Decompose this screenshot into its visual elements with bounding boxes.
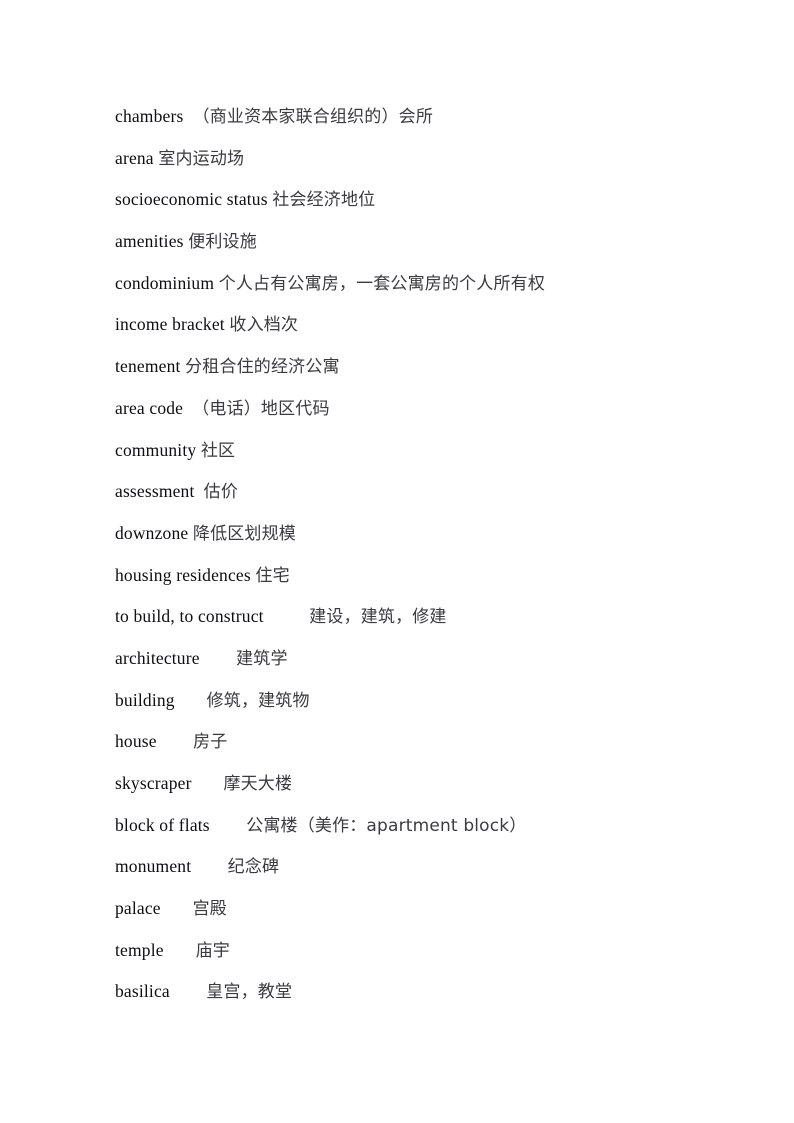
entry-term: building [115,689,175,710]
glossary-entry: socioeconomic status 社会经济地位 [115,179,715,221]
entry-gloss: 估价 [203,482,238,503]
entry-term: area code [115,397,184,418]
entry-separator [157,731,193,751]
entry-gloss: 社区 [200,440,236,461]
entry-gloss: 摩天大楼 [223,774,293,794]
entry-gloss: 纪念碑 [227,857,280,878]
entry-separator [192,773,224,793]
entry-term: tenement [115,356,181,377]
entry-term: house [115,731,157,752]
glossary-entry: building 修筑，建筑物 [115,680,715,722]
entry-separator [210,815,246,835]
entry-separator [164,940,196,960]
glossary-entry: area code （电话）地区代码 [115,388,715,430]
glossary-entry: downzone 降低区划规模 [115,513,715,555]
document-page: chambers （商业资本家联合组织的）会所 arena 室内运动场 socioe… [0,0,794,1123]
glossary-entry: condominium 个人占有公寓房，一套公寓房的个人所有权 [115,263,715,305]
entry-gloss: 建设，建筑，修建 [309,607,447,628]
entry-gloss: 社会经济地位 [272,190,376,211]
entry-gloss: 建筑学 [236,648,288,669]
glossary-entry-list: chambers （商业资本家联合组织的）会所 arena 室内运动场 socioe… [115,96,715,1013]
entry-term: downzone [115,522,189,543]
entry-term: amenities [115,231,184,252]
entry-separator [183,106,192,126]
glossary-entry: architecture 建筑学 [115,638,715,680]
glossary-entry: amenities 便利设施 [115,221,715,263]
glossary-entry: skyscraper 摩天大楼 [115,763,715,805]
entry-gloss: 室内运动场 [158,148,245,169]
entry-term: chambers [115,106,184,126]
entry-term: community [115,439,197,460]
glossary-entry: temple 庙宇 [115,930,715,972]
entry-gloss: 公寓楼（美作：apartment block） [246,815,527,836]
entry-separator [183,398,192,418]
glossary-entry: house 房子 [115,721,715,763]
glossary-entry: tenement 分租合住的经济公寓 [115,346,715,388]
entry-term: condominium [115,272,215,293]
glossary-entry: assessment 估价 [115,471,715,513]
glossary-entry: housing residences 住宅 [115,555,715,597]
glossary-entry: chambers （商业资本家联合组织的）会所 [115,96,715,138]
entry-gloss: 修筑，建筑物 [206,690,310,711]
glossary-entry: block of flats 公寓楼（美作：apartment block） [115,805,715,847]
entry-separator [200,648,236,668]
glossary-entry: income bracket 收入档次 [115,304,715,346]
glossary-entry: arena 室内运动场 [115,138,715,180]
entry-term: skyscraper [115,773,192,793]
entry-term: palace [115,898,161,919]
entry-gloss: （商业资本家联合组织的）会所 [192,107,434,127]
entry-term: monument [115,856,192,877]
entry-term: block of flats [115,814,210,835]
entry-gloss: 房子 [193,732,228,753]
glossary-entry: palace 宫殿 [115,888,715,930]
entry-gloss: 住宅 [255,565,290,586]
entry-term: assessment [115,481,195,502]
entry-separator [170,981,206,1001]
entry-separator [191,856,227,876]
entry-gloss: 便利设施 [188,232,257,253]
glossary-entry: community 社区 [115,430,715,472]
entry-term: arena [115,147,154,168]
entry-gloss: 降低区划规模 [192,523,296,544]
entry-gloss: （电话）地区代码 [192,398,330,419]
entry-term: basilica [115,981,170,1002]
entry-term: architecture [115,647,200,668]
entry-separator [161,898,193,918]
entry-term: housing residences [115,564,251,585]
entry-gloss: 皇宫，教堂 [206,982,293,1003]
glossary-entry: monument 纪念碑 [115,846,715,888]
glossary-entry: to build, to construct 建设，建筑，修建 [115,596,715,638]
entry-gloss: 庙宇 [195,940,230,961]
entry-term: socioeconomic status [115,189,268,210]
entry-term: to build, to construct [115,606,264,627]
entry-term: temple [115,939,164,960]
entry-separator [175,690,207,710]
glossary-entry: basilica 皇宫，教堂 [115,971,715,1013]
entry-term: income bracket [115,314,225,335]
entry-separator [264,606,310,626]
entry-gloss: 个人占有公寓房，一套公寓房的个人所有权 [218,273,546,294]
entry-gloss: 分租合住的经济公寓 [185,357,340,378]
entry-gloss: 收入档次 [229,315,299,336]
entry-separator [195,481,204,501]
entry-gloss: 宫殿 [192,899,227,920]
